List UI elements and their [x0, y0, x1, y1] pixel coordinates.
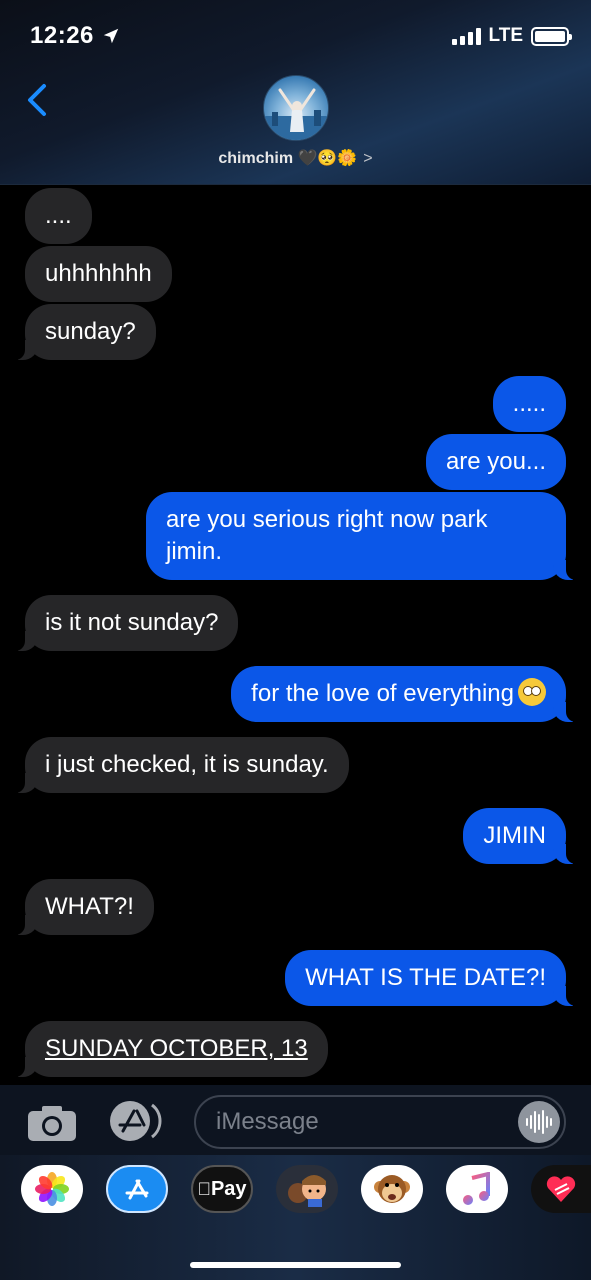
message-text: is it not sunday?: [45, 609, 219, 636]
status-bar: 12:26 LTE: [30, 18, 572, 54]
memoji-faces-icon: [288, 1175, 326, 1207]
location-arrow-icon: [103, 28, 119, 44]
apple-pay-text: Pay: [204, 1177, 247, 1200]
monkey-face-icon: [374, 1175, 410, 1203]
message-bubble-sent[interactable]: .....: [492, 376, 566, 432]
battery-icon: [531, 26, 572, 46]
app-store-button-icon[interactable]: [108, 1099, 166, 1143]
contact-chevron: >: [363, 150, 373, 167]
message-bubble-sent[interactable]: are you serious right now park jimin.: [146, 492, 576, 580]
status-right: LTE: [451, 25, 572, 47]
message-bubble-sent[interactable]: are you...: [425, 434, 566, 490]
message-bubble-sent[interactable]: for the love of everything: [231, 666, 576, 722]
camera-icon[interactable]: [26, 1103, 78, 1143]
status-time: 12:26: [30, 22, 120, 50]
message-bubble-sent[interactable]: WHAT IS THE DATE?!: [285, 950, 576, 1006]
photos-icon[interactable]: [21, 1165, 83, 1213]
music-icon[interactable]: [446, 1165, 508, 1213]
message-text: .....: [512, 390, 546, 417]
heart-icon: [546, 1176, 576, 1202]
photos-flower-icon: [35, 1172, 69, 1206]
compose-bar: iMessage: [0, 1085, 591, 1155]
home-indicator[interactable]: [190, 1262, 401, 1268]
network-label: LTE: [488, 25, 523, 46]
message-text: uhhhhhhh: [45, 260, 152, 287]
imessage-input[interactable]: iMessage: [194, 1095, 566, 1149]
message-bubble-received[interactable]: ....: [25, 188, 92, 244]
apple-pay-label: Pay: [197, 1178, 246, 1201]
digital-touch-icon[interactable]: [531, 1165, 591, 1213]
message-bubble-received[interactable]: WHAT?!: [15, 879, 154, 935]
app-store-glyph: [125, 1179, 149, 1200]
music-note-icon: [463, 1172, 490, 1205]
app-store-icon[interactable]: [106, 1165, 168, 1213]
message-text: for the love of everything: [251, 680, 514, 707]
avatar-photo: [264, 88, 328, 140]
audio-message-icon[interactable]: [518, 1101, 560, 1143]
contact-avatar[interactable]: [263, 75, 329, 141]
memoji-icon[interactable]: [276, 1165, 338, 1213]
eye-roll-emoji-icon: [518, 678, 546, 706]
message-text: WHAT?!: [45, 893, 134, 920]
imessage-placeholder: iMessage: [216, 1108, 319, 1135]
message-bubble-received[interactable]: uhhhhhhh: [25, 246, 172, 302]
conversation-header: 12:26 LTE chimchim 🖤🥺🌼 >: [0, 0, 591, 185]
message-text: are you...: [445, 448, 546, 475]
contact-name[interactable]: chimchim 🖤🥺🌼: [218, 150, 357, 167]
message-text: WHAT IS THE DATE?!: [305, 964, 546, 991]
message-bubble-received[interactable]: sunday?: [15, 304, 156, 360]
message-text: sunday?: [45, 318, 136, 345]
app-drawer: Pay: [0, 1155, 591, 1280]
message-bubble-sent[interactable]: JIMIN: [463, 808, 576, 864]
message-text-date-link[interactable]: SUNDAY OCTOBER, 13: [45, 1035, 308, 1062]
apple-pay-icon[interactable]: Pay: [191, 1165, 253, 1213]
message-bubble-received[interactable]: i just checked, it is sunday.: [15, 737, 349, 793]
message-text: are you serious right now park jimin.: [166, 506, 488, 565]
message-text: ....: [45, 202, 72, 229]
message-thread[interactable]: .... uhhhhhhh sunday? ..... are you... a…: [0, 185, 591, 1085]
clock-text: 12:26: [30, 22, 94, 49]
message-bubble-received[interactable]: is it not sunday?: [14, 595, 239, 651]
message-text: i just checked, it is sunday.: [45, 751, 329, 778]
message-text: JIMIN: [483, 822, 546, 849]
message-bubble-received[interactable]: SUNDAY OCTOBER, 13: [15, 1021, 328, 1077]
contact-name-row[interactable]: chimchim 🖤🥺🌼 >: [0, 148, 591, 168]
back-chevron-icon[interactable]: [20, 80, 56, 120]
cellular-signal-icon: [451, 27, 481, 45]
animoji-icon[interactable]: [361, 1165, 423, 1213]
